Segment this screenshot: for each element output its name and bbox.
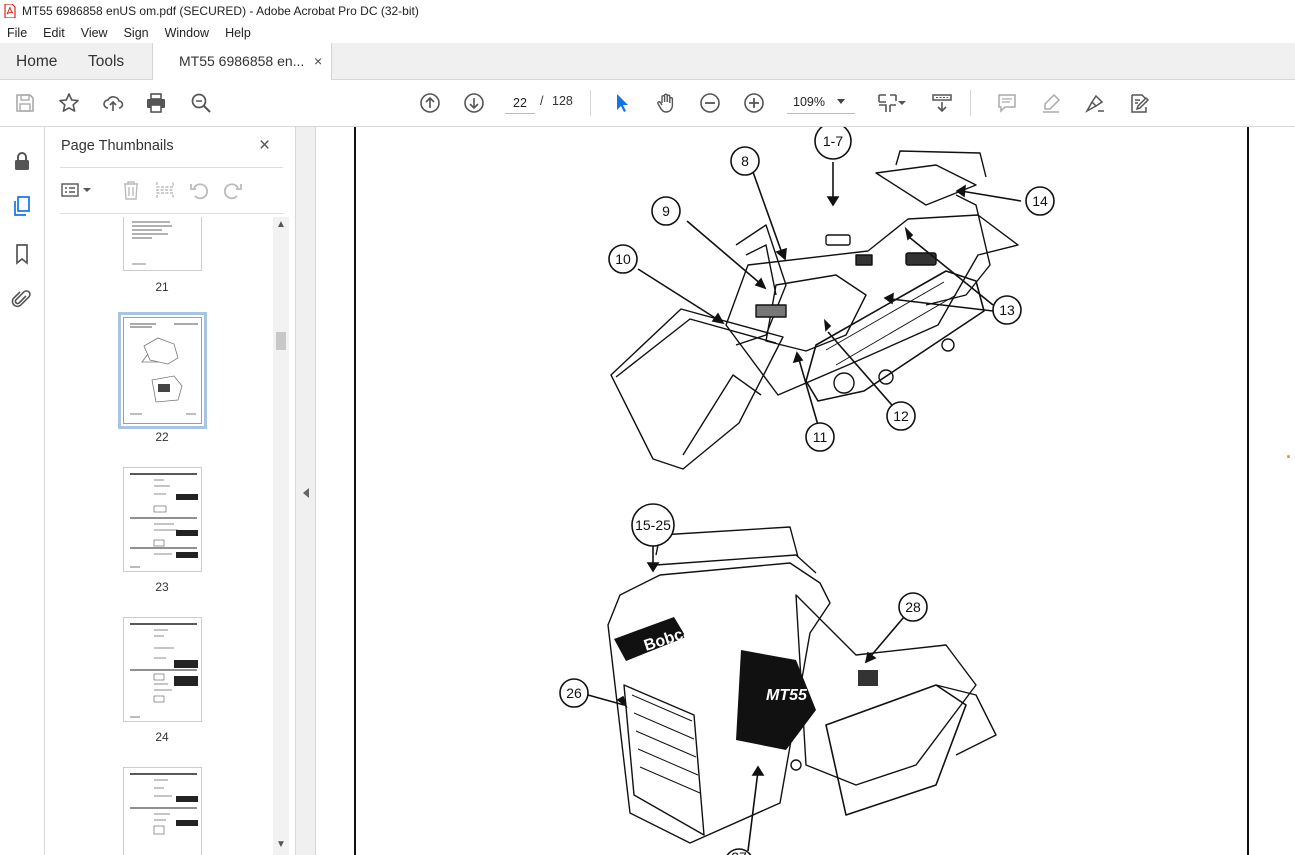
callout-label: 26 [566, 685, 582, 701]
fit-caret-icon[interactable] [896, 91, 908, 115]
thumbnail-label: 21 [155, 280, 169, 294]
document-view[interactable]: 1-7 8 9 10 14 13 12 11 Bobcat MT55 15-25… [316, 127, 1295, 855]
insert-page-icon[interactable] [154, 179, 176, 201]
zoom-out-icon[interactable] [698, 91, 722, 115]
chevron-down-icon [837, 99, 845, 104]
tab-tools[interactable]: Tools [88, 43, 124, 80]
callout-label: 11 [813, 429, 828, 445]
thumbnails-panel: Page Thumbnails × 21 22 23 24 ▲ ▼ [45, 127, 295, 855]
panel-title: Page Thumbnails [61, 138, 174, 154]
left-rail [0, 127, 45, 855]
callout-label: 12 [893, 408, 909, 424]
tab-document[interactable]: MT55 6986858 en... × [152, 43, 332, 81]
lock-icon[interactable] [10, 149, 34, 173]
share-upload-icon[interactable] [101, 91, 125, 115]
zoom-level-select[interactable]: 109% [787, 92, 855, 114]
options-menu-icon[interactable] [60, 179, 82, 201]
toolbar-divider [590, 90, 591, 116]
thumbnail-scrollbar[interactable]: ▲ ▼ [273, 217, 289, 855]
callout-label: 13 [999, 302, 1015, 318]
model-logo-text: MT55 [766, 687, 808, 704]
scroll-up-icon[interactable]: ▲ [276, 219, 286, 230]
thumbnail-page-25[interactable] [123, 767, 202, 855]
thumbnail-page-22[interactable] [118, 312, 207, 429]
panel-divider [60, 167, 283, 168]
rotate-ccw-icon[interactable] [188, 179, 210, 201]
bookmark-icon[interactable] [10, 242, 34, 266]
callout-label: 27 [731, 849, 747, 855]
thumbnail-label: 24 [155, 730, 169, 744]
attachment-icon[interactable] [10, 287, 34, 311]
save-icon[interactable] [13, 91, 37, 115]
thumbnail-page-24[interactable] [123, 617, 202, 722]
callout-label: 9 [662, 203, 670, 219]
trash-icon[interactable] [120, 179, 142, 201]
callout-label: 1-7 [823, 133, 843, 149]
callout-label: 8 [741, 153, 749, 169]
search-zoom-icon[interactable] [189, 91, 213, 115]
close-panel-icon[interactable]: × [259, 135, 270, 157]
thumbnail-list: 21 22 23 24 [45, 217, 273, 855]
toolbar-divider-2 [970, 90, 971, 116]
thumbnail-page-21[interactable] [123, 217, 202, 271]
page-separator: / [540, 94, 544, 108]
collapse-arrow-icon[interactable] [303, 488, 309, 498]
close-tab-icon[interactable]: × [314, 43, 322, 80]
tab-document-label: MT55 6986858 en... [179, 53, 305, 69]
scrollbar-thumb[interactable] [276, 332, 286, 350]
tab-bar: Home Tools MT55 6986858 en... × [0, 43, 1295, 81]
menu-file[interactable]: File [0, 26, 35, 40]
panel-toolbar [60, 179, 290, 203]
options-caret-icon[interactable] [81, 179, 93, 201]
page-count: 128 [552, 94, 573, 108]
page-number-input[interactable] [505, 92, 535, 114]
menu-sign[interactable]: Sign [116, 26, 157, 40]
thumbnail-label: 23 [155, 580, 169, 594]
page-up-icon[interactable] [418, 91, 442, 115]
tab-home[interactable]: Home [16, 43, 57, 80]
zoom-level-value: 109% [793, 95, 825, 109]
callout-label: 10 [615, 251, 631, 267]
menu-window[interactable]: Window [157, 26, 217, 40]
thumbnail-page-23[interactable] [123, 467, 202, 572]
print-icon[interactable] [144, 91, 168, 115]
pdf-page: 1-7 8 9 10 14 13 12 11 Bobcat MT55 15-25… [354, 127, 1249, 855]
acrobat-pdf-icon [4, 4, 16, 18]
offpage-marker: · [1286, 447, 1292, 467]
machine-illustration: 1-7 8 9 10 14 13 12 11 Bobcat MT55 15-25… [559, 127, 1055, 855]
menu-help[interactable]: Help [217, 26, 259, 40]
panel-collapse-handle[interactable] [295, 127, 316, 855]
edit-pdf-icon[interactable] [1127, 91, 1151, 115]
scroll-mode-icon[interactable] [930, 91, 954, 115]
select-arrow-icon[interactable] [610, 91, 634, 115]
menu-bar: File Edit View Sign Window Help [0, 22, 1295, 43]
hand-icon[interactable] [654, 91, 678, 115]
window-title: MT55 6986858 enUS om.pdf (SECURED) - Ado… [22, 4, 419, 18]
menu-edit[interactable]: Edit [35, 26, 73, 40]
sign-icon[interactable] [1083, 91, 1107, 115]
scroll-down-icon[interactable]: ▼ [276, 839, 286, 850]
panel-divider-2 [60, 213, 283, 214]
pages-icon[interactable] [10, 194, 34, 218]
menu-view[interactable]: View [73, 26, 116, 40]
callout-label: 14 [1032, 193, 1048, 209]
page-down-icon[interactable] [462, 91, 486, 115]
rotate-cw-icon[interactable] [222, 179, 244, 201]
comment-icon[interactable] [995, 91, 1019, 115]
callout-label: 15-25 [635, 517, 671, 533]
highlight-pen-icon[interactable] [1039, 91, 1063, 115]
thumbnail-label: 22 [155, 430, 169, 444]
zoom-in-icon[interactable] [742, 91, 766, 115]
callout-label: 28 [905, 599, 921, 615]
bookmark-star-icon[interactable] [57, 91, 81, 115]
main-toolbar: / 128 109% [0, 80, 1295, 127]
title-bar: MT55 6986858 enUS om.pdf (SECURED) - Ado… [0, 0, 1295, 22]
